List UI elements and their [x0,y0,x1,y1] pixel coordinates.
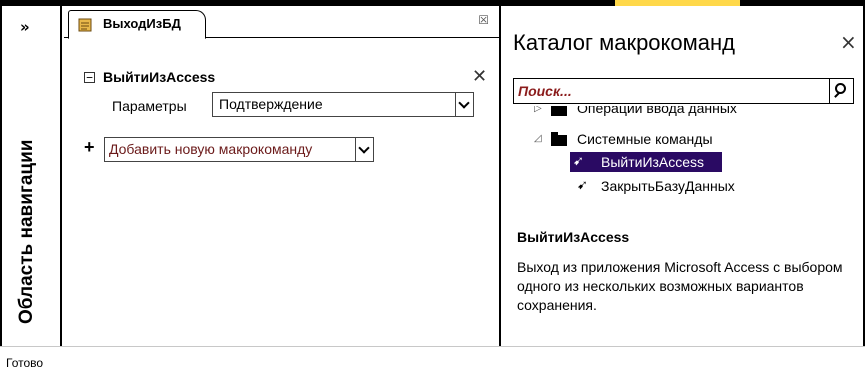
chevron-down-icon [358,142,370,154]
catalog-tree: ▷ Операции ввода данных ◿ Системные кома… [501,106,863,196]
close-document-icon[interactable]: ☒ [478,13,489,27]
chevron-down-icon [458,97,470,109]
tree-item-label: ЗакрытьБазуДанных [601,178,735,194]
catalog-title: Каталог макрокоманд [513,30,735,55]
tree-item-label: ВыйтиИзAccess [601,154,705,170]
collapse-arrow-icon[interactable]: ◿ [534,133,542,144]
search-placeholder: Поиск... [518,83,572,99]
add-macro-plus-icon[interactable]: + [84,137,95,158]
add-new-macro-select[interactable]: Добавить новую макрокоманду [104,137,374,162]
delete-action-icon[interactable]: ✕ [472,66,487,87]
macro-action-name[interactable]: ВыйтиИзAccess [103,69,215,85]
search-icon-handle [834,92,840,98]
add-new-macro-text: Добавить новую макрокоманду [109,141,313,157]
parameter-select[interactable]: Подтверждение [212,92,474,117]
status-bar: Готово [0,346,865,374]
description-title: ВыйтиИзAccess [517,229,630,245]
status-text: Готово [6,356,44,370]
action-catalog-pane: Каталог макрокоманд × Поиск... ▷ Операци… [501,6,865,346]
catalog-search-field[interactable]: Поиск... [513,78,854,104]
dropdown-button[interactable] [455,93,473,116]
document-tab-strip: ВыходИзБД ☒ [64,6,499,39]
folder-icon [551,106,567,116]
macro-document: ВыходИзБД ☒ − ВыйтиИзAccess ✕ Параметры … [64,6,499,346]
close-catalog-icon[interactable]: × [840,30,857,54]
tab-label: ВыходИзБД [103,16,181,31]
folder-icon [551,132,567,146]
parameter-value: Подтверждение [219,96,323,112]
macro-action-icon: ➹ [577,178,588,193]
description-text: Выход из приложения Microsoft Access с в… [517,259,843,313]
expand-nav-icon[interactable]: » [20,18,30,36]
search-button[interactable] [829,79,853,103]
parameter-label: Параметры [112,98,187,114]
collapse-icon[interactable]: − [84,72,95,83]
dropdown-button[interactable] [355,138,373,161]
macro-action-icon: ➹ [573,154,584,169]
tab-vyhodizbd[interactable]: ВыходИзБД [68,10,206,39]
expand-arrow-icon[interactable]: ▷ [534,106,542,114]
navigation-pane: » Область навигации [0,6,62,346]
tree-item-label: Операции ввода данных [577,106,737,116]
macro-scroll-icon [78,18,92,32]
navigation-pane-title[interactable]: Область навигации [16,140,38,324]
tree-item-label: Системные команды [577,131,713,147]
